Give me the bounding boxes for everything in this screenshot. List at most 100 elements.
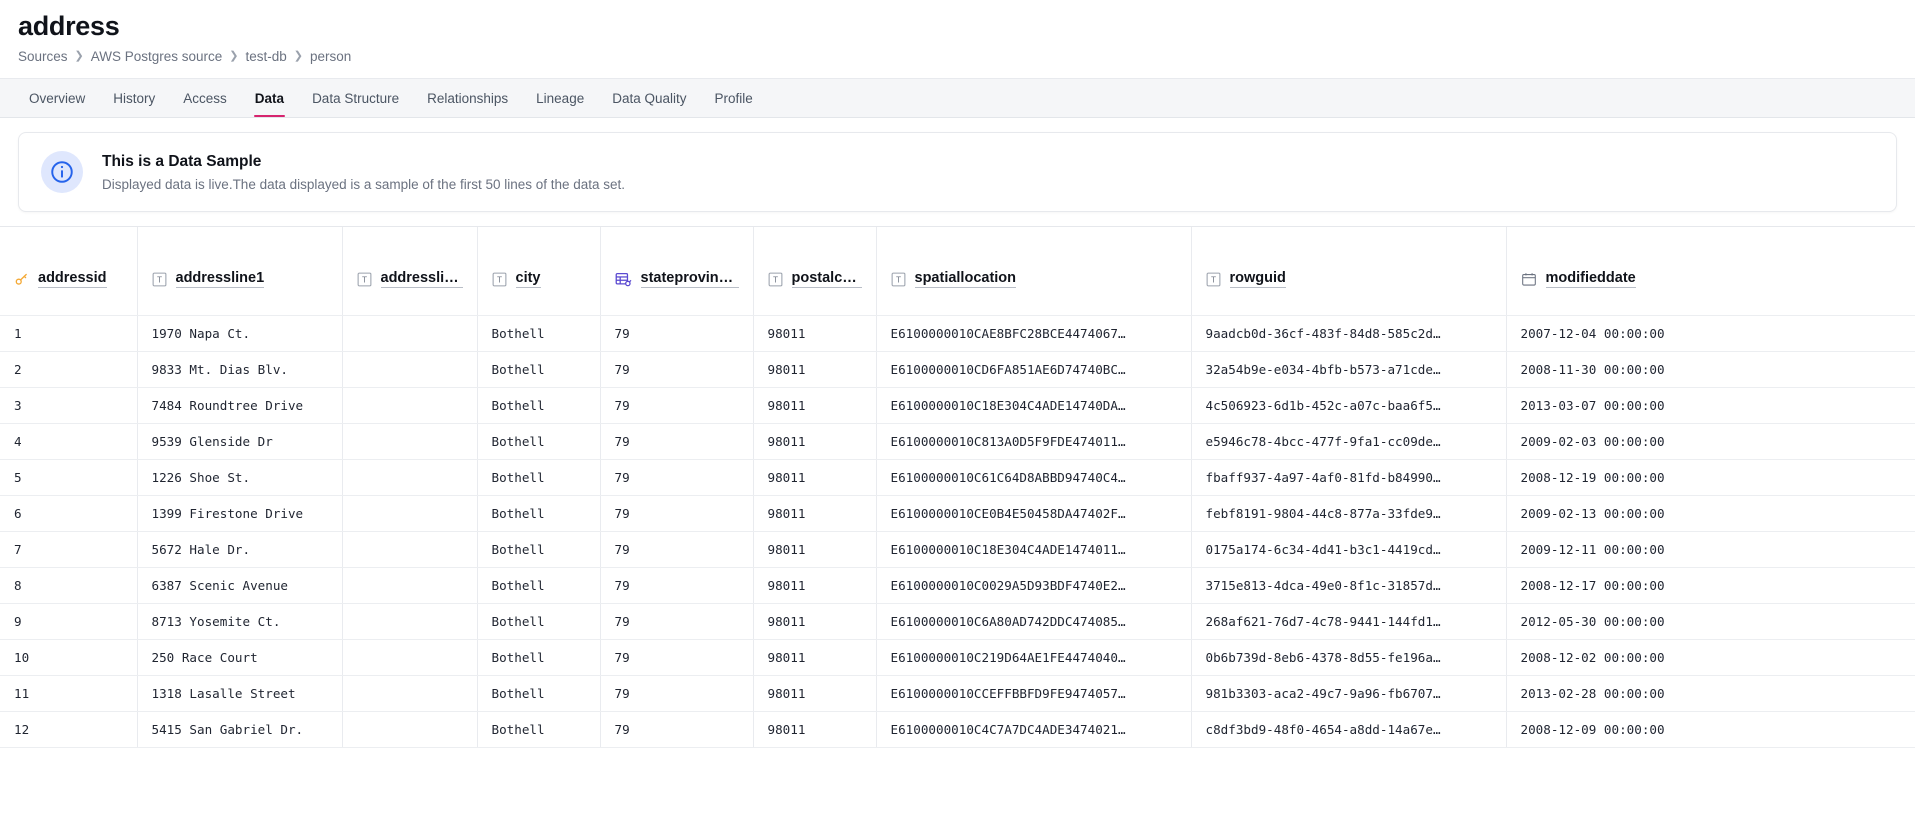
data-table-container[interactable]: addressid T addressline1 T [0, 226, 1915, 748]
cell-addressid: 9 [0, 603, 137, 639]
cell-addressline2 [342, 675, 477, 711]
data-sample-table: addressid T addressline1 T [0, 227, 1915, 748]
table-row[interactable]: 37484 Roundtree DriveBothell7998011E6100… [0, 387, 1915, 423]
tab-data[interactable]: Data [241, 79, 298, 117]
column-header-stateprovinceid[interactable]: stateprovinceid [600, 227, 753, 315]
cell-spatiallocation: E6100000010C219D64AE1FE4474040… [876, 639, 1191, 675]
column-header-addressid[interactable]: addressid [0, 227, 137, 315]
cell-city: Bothell [477, 711, 600, 747]
cell-spatiallocation: E6100000010CE0B4E50458DA47402F… [876, 495, 1191, 531]
column-header-addressline2[interactable]: T addressline2 [342, 227, 477, 315]
info-circle-icon [41, 151, 83, 193]
cell-addressid: 3 [0, 387, 137, 423]
table-row[interactable]: 61399 Firestone DriveBothell7998011E6100… [0, 495, 1915, 531]
tab-bar: Overview History Access Data Data Struct… [0, 78, 1915, 118]
table-body: 11970 Napa Ct.Bothell7998011E6100000010C… [0, 315, 1915, 747]
cell-rowguid: c8df3bd9-48f0-4654-a8dd-14a67e… [1191, 711, 1506, 747]
svg-text:T: T [895, 275, 901, 284]
cell-modifieddate: 2009-12-11 00:00:00 [1506, 531, 1915, 567]
banner-texts: This is a Data Sample Displayed data is … [102, 153, 625, 192]
cell-modifieddate: 2012-05-30 00:00:00 [1506, 603, 1915, 639]
breadcrumb-item-database[interactable]: test-db [246, 49, 287, 64]
cell-city: Bothell [477, 567, 600, 603]
breadcrumb-item-schema[interactable]: person [310, 49, 351, 64]
cell-rowguid: 981b3303-aca2-49c7-9a96-fb6707… [1191, 675, 1506, 711]
table-row[interactable]: 11970 Napa Ct.Bothell7998011E6100000010C… [0, 315, 1915, 351]
page-header: address Sources ❯ AWS Postgres source ❯ … [0, 0, 1915, 64]
tab-overview[interactable]: Overview [15, 79, 99, 117]
table-row[interactable]: 49539 Glenside DrBothell7998011E61000000… [0, 423, 1915, 459]
cell-spatiallocation: E6100000010C4C7A7DC4ADE3474021… [876, 711, 1191, 747]
cell-addressline2 [342, 495, 477, 531]
table-row[interactable]: 75672 Hale Dr.Bothell7998011E6100000010C… [0, 531, 1915, 567]
column-header-addressline1[interactable]: T addressline1 [137, 227, 342, 315]
cell-city: Bothell [477, 387, 600, 423]
cell-city: Bothell [477, 459, 600, 495]
column-header-label[interactable]: postalcode [792, 270, 862, 288]
svg-text:T: T [496, 275, 502, 284]
column-header-label[interactable]: addressline2 [381, 270, 463, 288]
table-row[interactable]: 125415 San Gabriel Dr.Bothell7998011E610… [0, 711, 1915, 747]
column-header-modifieddate[interactable]: modifieddate [1506, 227, 1915, 315]
cell-addressid: 4 [0, 423, 137, 459]
cell-city: Bothell [477, 675, 600, 711]
table-row[interactable]: 86387 Scenic AvenueBothell7998011E610000… [0, 567, 1915, 603]
cell-addressline1: 6387 Scenic Avenue [137, 567, 342, 603]
tab-relationships[interactable]: Relationships [413, 79, 522, 117]
table-row[interactable]: 10250 Race CourtBothell7998011E610000001… [0, 639, 1915, 675]
cell-modifieddate: 2008-11-30 00:00:00 [1506, 351, 1915, 387]
cell-rowguid: 3715e813-4dca-49e0-8f1c-31857d… [1191, 567, 1506, 603]
tab-lineage[interactable]: Lineage [522, 79, 598, 117]
cell-spatiallocation: E6100000010CD6FA851AE6D74740BC… [876, 351, 1191, 387]
cell-modifieddate: 2009-02-03 00:00:00 [1506, 423, 1915, 459]
column-header-label[interactable]: addressline1 [176, 270, 265, 288]
column-header-rowguid[interactable]: T rowguid [1191, 227, 1506, 315]
cell-stateprovinceid: 79 [600, 387, 753, 423]
cell-postalcode: 98011 [753, 495, 876, 531]
cell-modifieddate: 2013-02-28 00:00:00 [1506, 675, 1915, 711]
breadcrumb-item-sources[interactable]: Sources [18, 49, 68, 64]
column-header-spatiallocation[interactable]: T spatiallocation [876, 227, 1191, 315]
column-header-label[interactable]: stateprovinceid [641, 270, 739, 288]
cell-addressline2 [342, 639, 477, 675]
text-type-icon: T [357, 272, 372, 287]
cell-city: Bothell [477, 495, 600, 531]
cell-postalcode: 98011 [753, 531, 876, 567]
column-header-label[interactable]: modifieddate [1546, 270, 1636, 288]
cell-rowguid: 9aadcb0d-36cf-483f-84d8-585c2d… [1191, 315, 1506, 351]
tab-data-structure[interactable]: Data Structure [298, 79, 413, 117]
table-row[interactable]: 111318 Lasalle StreetBothell7998011E6100… [0, 675, 1915, 711]
tab-data-quality[interactable]: Data Quality [598, 79, 700, 117]
cell-addressline2 [342, 531, 477, 567]
breadcrumb-item-source[interactable]: AWS Postgres source [91, 49, 223, 64]
cell-stateprovinceid: 79 [600, 531, 753, 567]
cell-rowguid: fbaff937-4a97-4af0-81fd-b84990… [1191, 459, 1506, 495]
cell-postalcode: 98011 [753, 603, 876, 639]
foreign-key-icon [615, 272, 632, 287]
svg-text:T: T [361, 275, 367, 284]
cell-addressline2 [342, 351, 477, 387]
tab-history[interactable]: History [99, 79, 169, 117]
breadcrumb-separator-icon: ❯ [229, 51, 238, 62]
column-header-label[interactable]: spatiallocation [915, 270, 1017, 288]
cell-city: Bothell [477, 639, 600, 675]
tab-profile[interactable]: Profile [701, 79, 767, 117]
column-header-city[interactable]: T city [477, 227, 600, 315]
column-header-label[interactable]: addressid [38, 270, 107, 288]
cell-postalcode: 98011 [753, 351, 876, 387]
column-header-label[interactable]: rowguid [1230, 270, 1286, 288]
cell-postalcode: 98011 [753, 387, 876, 423]
cell-addressid: 1 [0, 315, 137, 351]
cell-addressline1: 9833 Mt. Dias Blv. [137, 351, 342, 387]
table-row[interactable]: 51226 Shoe St.Bothell7998011E6100000010C… [0, 459, 1915, 495]
table-header-row: addressid T addressline1 T [0, 227, 1915, 315]
tab-access[interactable]: Access [169, 79, 241, 117]
column-header-label[interactable]: city [516, 270, 541, 288]
cell-addressid: 12 [0, 711, 137, 747]
cell-addressline1: 250 Race Court [137, 639, 342, 675]
table-row[interactable]: 98713 Yosemite Ct.Bothell7998011E6100000… [0, 603, 1915, 639]
cell-addressline1: 1970 Napa Ct. [137, 315, 342, 351]
column-header-postalcode[interactable]: T postalcode [753, 227, 876, 315]
table-header: addressid T addressline1 T [0, 227, 1915, 315]
table-row[interactable]: 29833 Mt. Dias Blv.Bothell7998011E610000… [0, 351, 1915, 387]
